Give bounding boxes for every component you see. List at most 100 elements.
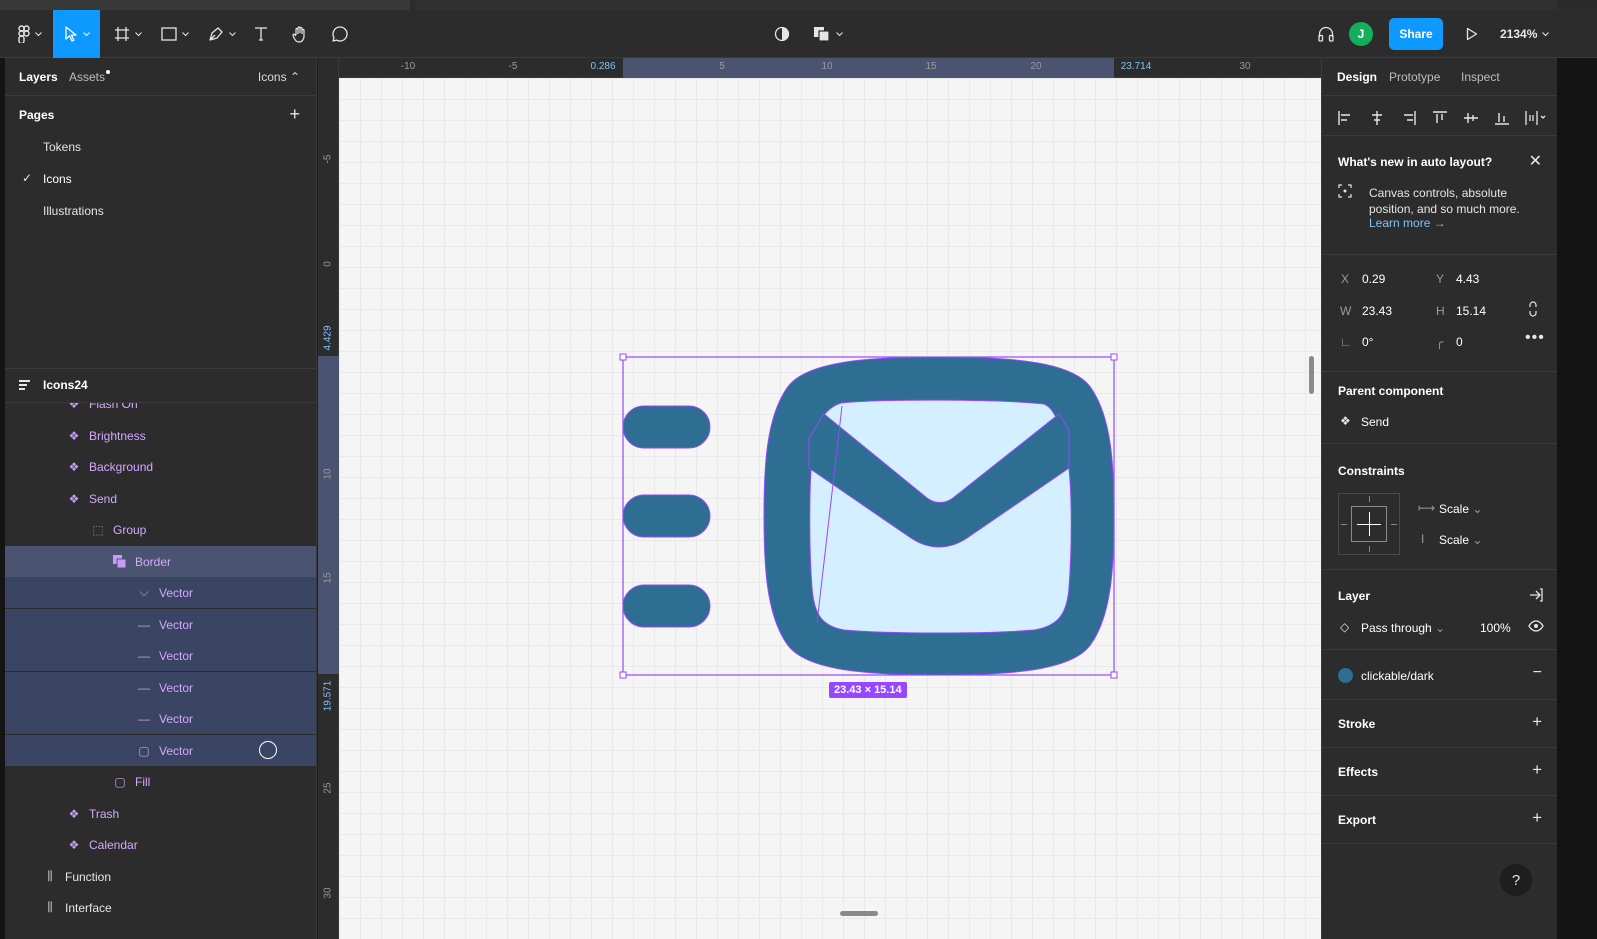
align-horizontal-center-icon[interactable] [1369, 110, 1385, 126]
page-item-tokens[interactable]: Tokens [43, 140, 81, 154]
parent-component-name[interactable]: Send [1361, 415, 1389, 429]
tab-prototype[interactable]: Prototype [1389, 70, 1440, 84]
close-icon[interactable]: ✕ [1529, 151, 1542, 171]
layer-label: Border [135, 554, 172, 569]
align-right-icon[interactable] [1401, 110, 1417, 126]
move-tool-button[interactable] [53, 10, 100, 58]
height-input[interactable]: 15.14 [1456, 304, 1486, 318]
avatar[interactable]: J [1349, 22, 1373, 46]
rotation-input[interactable]: 0° [1362, 335, 1373, 349]
constrain-proportions-icon[interactable] [1528, 301, 1538, 317]
add-export-button[interactable]: + [1532, 808, 1542, 828]
layer-row-vector[interactable]: — Vector [5, 672, 316, 703]
theme-toggle-button[interactable] [768, 10, 796, 58]
hand-tool-button[interactable] [286, 10, 314, 58]
horizontal-scrollbar[interactable] [840, 911, 878, 916]
pen-icon [209, 27, 223, 41]
vertical-ruler[interactable]: -5 0 4.429 10 15 19.571 25 30 [318, 58, 339, 939]
layer-row-vector[interactable]: ⌵ Vector [5, 577, 316, 608]
speed-line-top[interactable] [622, 405, 711, 449]
vertical-constraint-select[interactable]: Scale ⌄ [1439, 533, 1482, 547]
align-vertical-center-icon[interactable] [1463, 110, 1479, 126]
ruler-tick-label: 5 [719, 61, 725, 72]
text-tool-button[interactable] [248, 10, 274, 58]
resize-handle[interactable] [619, 353, 627, 361]
layer-row-interface[interactable]: ⫼ Interface [5, 892, 316, 923]
auto-layout-icon: ⫼ [47, 869, 53, 883]
layer-section: Layer ◇ Pass through ⌄ 100% [1322, 570, 1557, 650]
layer-row-flash-on[interactable]: ❖ Flash On [5, 402, 316, 419]
add-effect-button[interactable]: + [1532, 760, 1542, 780]
layer-row-vector[interactable]: ▢ Vector [5, 735, 316, 766]
resize-handle[interactable] [1110, 353, 1118, 361]
help-button[interactable]: ? [1500, 864, 1532, 896]
page-item-illustrations[interactable]: Illustrations [43, 204, 104, 218]
layer-row-vector[interactable]: — Vector [5, 640, 316, 671]
component-icon: ❖ [68, 806, 80, 821]
layer-row-brightness[interactable]: ❖ Brightness [5, 420, 316, 451]
tab-layers[interactable]: Layers [19, 70, 58, 84]
page-item-icons[interactable]: Icons [43, 172, 72, 186]
tab-design[interactable]: Design [1337, 70, 1377, 84]
layers-frame-header[interactable]: Icons24 [19, 378, 88, 392]
layer-row-trash[interactable]: ❖ Trash [5, 798, 316, 829]
page-selector[interactable]: Icons ⌃ [258, 70, 300, 84]
tab-inspect[interactable]: Inspect [1461, 70, 1500, 84]
horizontal-ruler[interactable]: -10 -5 0.286 5 10 15 20 23.714 30 [339, 58, 1321, 78]
pen-tool-button[interactable] [202, 10, 242, 58]
corner-radius-input[interactable]: 0 [1456, 335, 1463, 349]
ruler-selection-end: 19.571 [322, 680, 334, 712]
present-button[interactable] [1460, 10, 1484, 58]
eye-icon[interactable] [1528, 620, 1544, 632]
speed-line-middle[interactable] [622, 494, 711, 538]
constraints-widget[interactable] [1338, 493, 1400, 555]
resize-handle[interactable] [619, 671, 627, 679]
zoom-control[interactable]: 2134% [1500, 10, 1550, 58]
main-menu-button[interactable] [12, 10, 48, 58]
x-input[interactable]: 0.29 [1362, 272, 1385, 286]
resize-handle[interactable] [1110, 671, 1118, 679]
tab-assets[interactable]: Assets [69, 70, 111, 84]
ruler-tick-label: 0 [322, 261, 334, 267]
layer-row-background[interactable]: ❖ Background [5, 451, 316, 482]
more-options-icon[interactable]: ••• [1525, 329, 1545, 347]
layer-row-send[interactable]: ❖ Send [5, 483, 316, 514]
corner-radius-icon: ╭ [1436, 335, 1444, 349]
boolean-ops-button[interactable] [808, 10, 848, 58]
align-top-icon[interactable] [1432, 110, 1448, 126]
learn-more-link[interactable]: Learn more → [1369, 216, 1446, 230]
audio-button[interactable] [1312, 10, 1340, 58]
shape-tool-button[interactable] [155, 10, 195, 58]
layer-row-fill[interactable]: ▢ Fill [5, 766, 316, 797]
layer-row-function[interactable]: ⫼ Function [5, 861, 316, 892]
opacity-input[interactable]: 100% [1480, 621, 1511, 635]
frame-tool-button[interactable] [108, 10, 148, 58]
fill-swatch[interactable] [1338, 668, 1353, 683]
share-button[interactable]: Share [1389, 18, 1443, 50]
component-link-icon[interactable] [1528, 587, 1544, 603]
layers-frame-title: Icons24 [43, 378, 88, 392]
add-page-button[interactable]: + [289, 104, 300, 125]
layer-row-calendar[interactable]: ❖ Calendar [5, 829, 316, 860]
layer-row-vector[interactable]: — Vector [5, 703, 316, 734]
canvas[interactable] [339, 78, 1321, 939]
distribute-icon[interactable] [1524, 110, 1546, 126]
speed-line-bottom[interactable] [622, 584, 711, 628]
send-icon-artwork[interactable] [339, 78, 1321, 939]
horizontal-constraint-select[interactable]: Scale ⌄ [1439, 502, 1482, 516]
minus-icon[interactable]: − [1533, 664, 1542, 682]
comment-tool-button[interactable] [326, 10, 354, 58]
layer-label: Trash [89, 806, 120, 821]
vertical-scrollbar[interactable] [1309, 356, 1314, 394]
layer-row-border[interactable]: Border [5, 546, 316, 577]
layer-label: Flash On [89, 402, 138, 411]
layer-row-vector[interactable]: — Vector [5, 609, 316, 640]
align-left-icon[interactable] [1337, 110, 1353, 126]
width-input[interactable]: 23.43 [1362, 304, 1392, 318]
add-stroke-button[interactable]: + [1532, 712, 1542, 732]
layer-row-group[interactable]: ⬚ Group [5, 514, 316, 545]
blend-mode-select[interactable]: Pass through ⌄ [1361, 621, 1445, 635]
align-bottom-icon[interactable] [1494, 110, 1510, 126]
fill-style-name[interactable]: clickable/dark [1361, 669, 1434, 683]
y-input[interactable]: 4.43 [1456, 272, 1479, 286]
